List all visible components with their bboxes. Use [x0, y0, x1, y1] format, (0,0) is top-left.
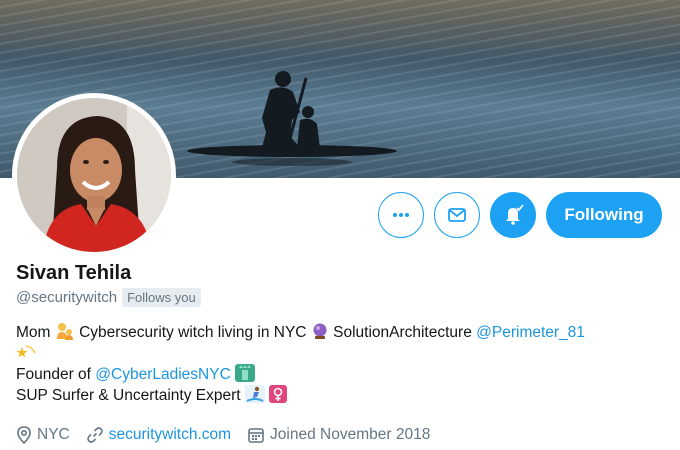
- location-text: NYC: [37, 426, 70, 443]
- bio-text-founder: Founder of: [16, 366, 91, 383]
- mention-perimeter81[interactable]: @Perimeter_81: [476, 324, 585, 341]
- location-pin-icon: [17, 426, 31, 444]
- follows-you-badge: Follows you: [122, 288, 201, 307]
- bio-text-cybersecurity: Cybersecurity witch living in NYC: [79, 324, 307, 341]
- mother-child-emoji-icon: [56, 323, 73, 340]
- location-item: NYC: [16, 426, 70, 444]
- display-name: Sivan Tehila: [16, 262, 132, 284]
- mention-cyberladiesnyc[interactable]: @CyberLadiesNYC: [95, 366, 230, 383]
- bio-line-4: SUP Surfer & Uncertainty Expert: [16, 385, 666, 406]
- avatar-photo: [17, 98, 171, 252]
- profile-bio: Mom Cybersecurity witch living in NYC So…: [16, 322, 666, 406]
- envelope-icon: [448, 208, 466, 222]
- website-link[interactable]: securitywitch.com: [109, 426, 231, 444]
- message-button[interactable]: [434, 192, 480, 238]
- bell-check-icon: [506, 204, 524, 225]
- avatar[interactable]: [12, 93, 176, 257]
- joined-item: Joined November 2018: [247, 426, 430, 444]
- bio-text-sup: SUP Surfer & Uncertainty Expert: [16, 387, 241, 404]
- profile-meta: NYC securitywitch.com Joined November 20…: [16, 426, 430, 444]
- bio-line-3: Founder of @CyberLadiesNYC: [16, 364, 666, 385]
- bio-line-1: Mom Cybersecurity witch living in NYC So…: [16, 322, 666, 343]
- bio-text-solution: SolutionArchitecture: [333, 324, 472, 341]
- joined-text: Joined November 2018: [270, 426, 431, 443]
- website-item[interactable]: securitywitch.com: [86, 426, 231, 444]
- handle-row: @securitywitch Follows you: [16, 288, 201, 307]
- more-icon: [393, 213, 409, 217]
- bio-line-2: [16, 343, 666, 364]
- female-sign-emoji-icon: [269, 385, 288, 403]
- username-handle: @securitywitch: [16, 289, 118, 306]
- calendar-icon: [248, 428, 264, 443]
- following-button[interactable]: Following: [546, 192, 662, 238]
- shooting-star-emoji-icon: [16, 345, 36, 358]
- statue-of-liberty-emoji-icon: [235, 364, 256, 382]
- notifications-button[interactable]: [490, 192, 536, 238]
- link-icon: [86, 427, 103, 443]
- crystal-ball-emoji-icon: [313, 323, 327, 339]
- more-options-button[interactable]: [378, 192, 424, 238]
- bio-text-mom: Mom: [16, 324, 51, 341]
- surfer-emoji-icon: [244, 385, 265, 403]
- profile-actions: Following: [378, 192, 662, 238]
